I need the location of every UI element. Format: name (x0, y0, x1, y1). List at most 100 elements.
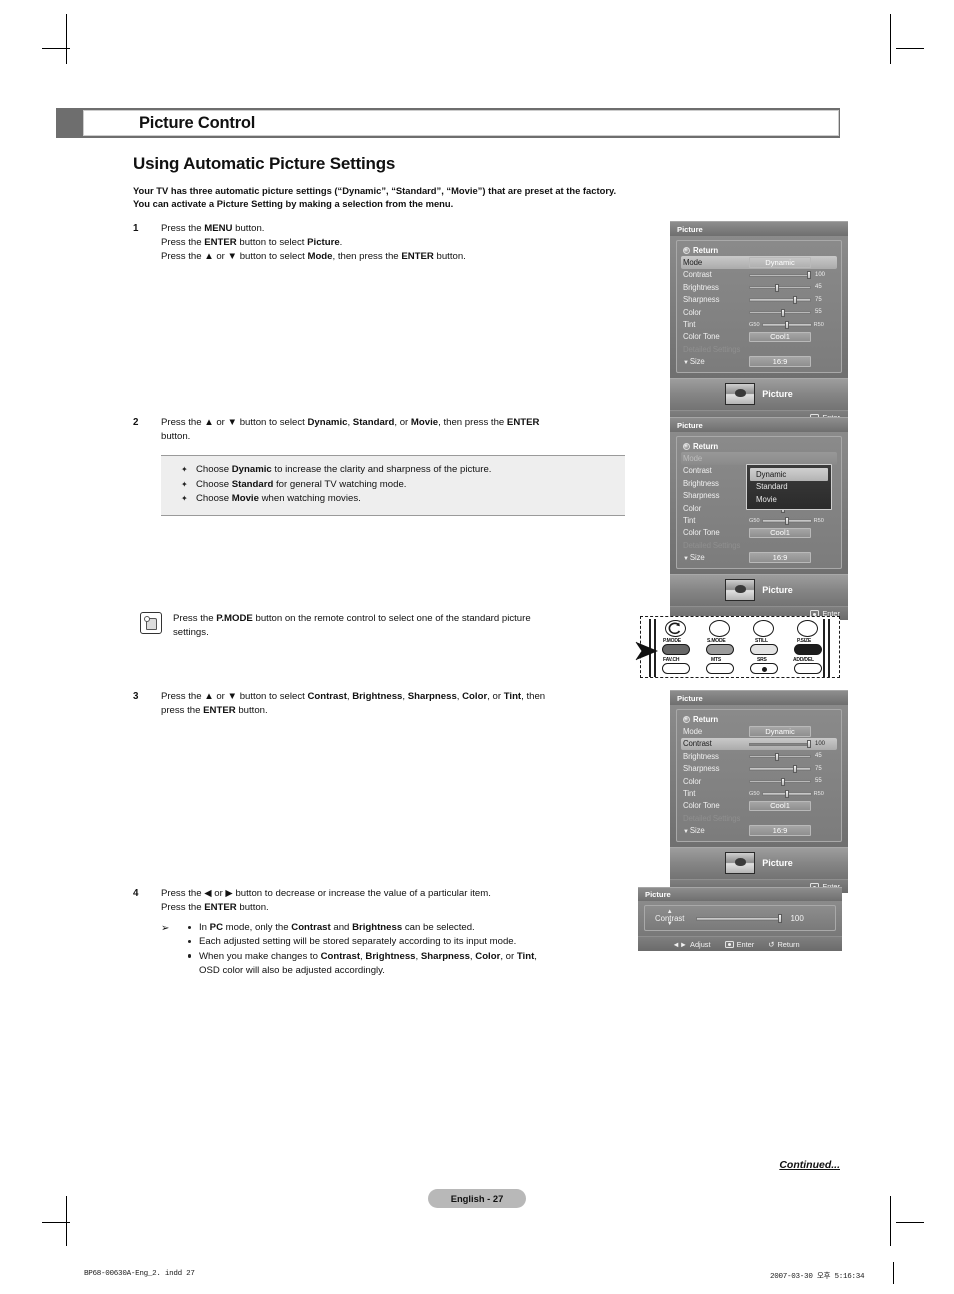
crop-mark-tl-h (42, 48, 70, 49)
osd-slider-color[interactable] (749, 776, 811, 786)
osd-slider-sharpness[interactable] (749, 764, 811, 774)
contrast-slider[interactable] (696, 913, 783, 923)
remote-round-button-3[interactable] (753, 620, 774, 637)
osd-row-return[interactable]: Return (681, 440, 837, 452)
osd-value-size[interactable]: 16:9 (749, 825, 811, 836)
step-1: 1 Press the MENU button. Press the ENTER… (133, 222, 643, 265)
osd-row-mode[interactable]: Mode (681, 452, 837, 465)
osd-row-size[interactable]: ▼Size 16:9 (681, 356, 837, 368)
step-4-line-1: Press the ◀ or ▶ button to decrease or i… (161, 888, 491, 899)
osd-footer-band: Picture (670, 377, 848, 410)
osd-row-color-tone[interactable]: Color Tone Cool1 (681, 800, 837, 812)
osd-row-color-tone[interactable]: Color Tone Cool1 (681, 527, 837, 539)
tip-bullet-icon: ✦ (181, 494, 188, 504)
remote-round-button-2[interactable] (709, 620, 730, 637)
osd-row-sharpness[interactable]: Sharpness 75 (681, 294, 837, 306)
osd-row-contrast[interactable]: Contrast 100 (681, 269, 837, 281)
osd-tint-right-label: R50 (813, 517, 824, 524)
remote-round-button-1[interactable] (665, 620, 686, 637)
step-2-line-2: button. (161, 431, 191, 443)
step-3: 3 Press the ▲ or ▼ button to select Cont… (133, 690, 643, 718)
osd-slider-color[interactable] (749, 307, 811, 317)
osd-title: Picture (670, 690, 848, 705)
step-1-body: Press the MENU button. Press the ENTER b… (161, 222, 643, 265)
osd-row-detailed-settings: Detailed Settings (683, 344, 741, 354)
osd-slider-tint[interactable] (761, 789, 812, 799)
osd-slider-brightness[interactable] (749, 282, 811, 292)
osd-row-return[interactable]: Return (681, 244, 837, 256)
osd-value-color-tone[interactable]: Cool1 (749, 800, 811, 812)
left-right-icon: ◄► (672, 939, 688, 949)
osd-value-mode[interactable]: Dynamic (749, 726, 811, 737)
osd-value-color: 55 (815, 778, 822, 785)
osd-row-return[interactable]: Return (681, 713, 837, 725)
remote-button-srs[interactable] (750, 663, 778, 674)
mode-option-standard[interactable]: Standard (750, 481, 828, 494)
osd-row-color[interactable]: Color 55 (681, 306, 837, 318)
osd-value-color-tone[interactable]: Cool1 (749, 331, 811, 343)
osd-value-size[interactable]: 16:9 (749, 552, 811, 563)
step-4-body: Press the ◀ or ▶ button to decrease or i… (161, 887, 643, 915)
osd-value-color: 55 (815, 309, 822, 316)
section-heading: Using Automatic Picture Settings (133, 154, 396, 173)
osd-row-tint[interactable]: Tint G50 R50 (681, 318, 837, 330)
osd-value-brightness: 45 (815, 753, 822, 760)
osd-slider-tint[interactable] (761, 320, 812, 330)
osd-value-contrast: 100 (815, 271, 826, 278)
osd-row-brightness[interactable]: Brightness 45 (681, 281, 837, 293)
step-4-line-2: Press the ENTER button. (161, 902, 269, 914)
tip-bullet-icon: ✦ (181, 479, 188, 489)
osd-slider-sharpness[interactable] (749, 295, 811, 305)
step-1-line-3: Press the ▲ or ▼ button to select Mode, … (161, 251, 466, 263)
osd-row-detailed-settings: Detailed Settings (683, 540, 741, 550)
remote-button-mts[interactable] (706, 663, 734, 674)
picture-thumbnail-icon (725, 852, 756, 875)
crop-mark-tr-h (896, 48, 924, 49)
remote-button-psize[interactable] (794, 644, 822, 655)
osd-row-color-tone[interactable]: Color Tone Cool1 (681, 331, 837, 343)
osd-value-color-tone[interactable]: Cool1 (749, 527, 811, 539)
osd-footer-label: Picture (762, 389, 793, 400)
osd-title: Picture (670, 221, 848, 236)
osd-row-contrast[interactable]: Contrast 100 (681, 737, 837, 751)
mode-option-movie[interactable]: Movie (750, 493, 828, 506)
hand-press-icon (140, 612, 162, 634)
osd-value-mode[interactable]: Dynamic (749, 257, 811, 268)
osd-tint-left-label: G50 (749, 790, 760, 797)
remote-button-favch[interactable] (662, 663, 690, 674)
crop-mark-tr-v (890, 14, 891, 64)
osd-slider-brightness[interactable] (749, 751, 811, 761)
chapter-title-box: Picture Control (83, 110, 839, 136)
mode-option-dynamic[interactable]: Dynamic (750, 468, 828, 481)
manual-page: Picture Control Using Automatic Picture … (0, 0, 954, 1294)
osd-row-brightness[interactable]: Brightness 45 (681, 750, 837, 762)
osd-footer-band: Picture (670, 846, 848, 879)
pmode-note-text: Press the P.MODE button on the remote co… (173, 613, 531, 639)
osd-row-size[interactable]: ▼Size 16:9 (681, 552, 837, 564)
osd-row-tint[interactable]: Tint G50 R50 (681, 514, 837, 526)
osd-footer-label: Picture (762, 585, 793, 596)
tip-movie: ✦ Choose Movie when watching movies. (181, 492, 615, 507)
osd-row-mode[interactable]: Mode Dynamic (681, 725, 837, 737)
step-3-line-2: press the ENTER button. (161, 705, 268, 717)
tip-bullet-icon: ✦ (181, 465, 188, 474)
contrast-stepper[interactable]: ▲ Contrast ▼ (655, 909, 684, 927)
down-arrow-icon[interactable]: ▼ (667, 921, 673, 927)
remote-button-smode[interactable] (706, 644, 734, 655)
crop-mark-br-h (896, 1222, 924, 1223)
osd-row-color[interactable]: Color 55 (681, 775, 837, 787)
remote-button-adddel[interactable] (794, 663, 822, 674)
osd-value-size[interactable]: 16:9 (749, 356, 811, 367)
osd-row-mode[interactable]: Mode Dynamic (681, 256, 837, 269)
osd-row-sharpness[interactable]: Sharpness 75 (681, 763, 837, 775)
osd-slider-contrast[interactable] (749, 739, 811, 749)
mode-dropdown[interactable]: Dynamic Standard Movie (746, 464, 832, 510)
osd-row-size[interactable]: ▼Size 16:9 (681, 825, 837, 837)
osd-slider-tint[interactable] (761, 516, 812, 526)
osd-slider-contrast[interactable] (749, 270, 811, 280)
remote-button-still[interactable] (750, 644, 778, 655)
osd-row-tint[interactable]: Tint G50 R50 (681, 787, 837, 799)
hint-adjust: ◄► Adjust (672, 939, 711, 949)
remote-round-button-4[interactable] (797, 620, 818, 637)
print-rule (893, 1262, 894, 1284)
